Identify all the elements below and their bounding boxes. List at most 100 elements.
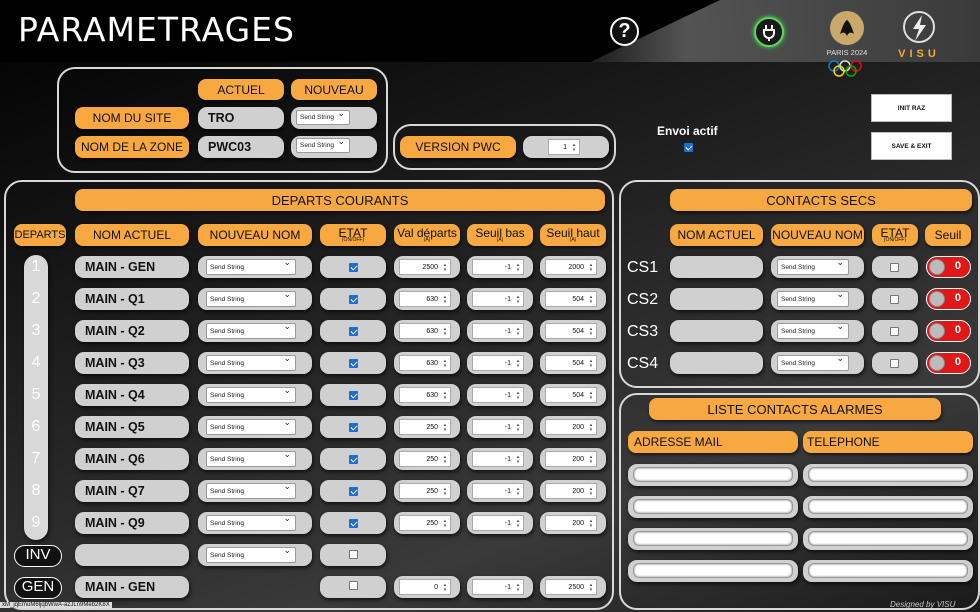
- cs-nouveau-select[interactable]: Send String: [777, 289, 849, 307]
- envoi-actif-label: Envoi actif: [657, 124, 718, 138]
- depart-nouveau-select[interactable]: Send String: [206, 513, 296, 531]
- depart-nouveau-select[interactable]: Send String: [206, 257, 296, 275]
- visu-logo: VISU: [890, 10, 948, 62]
- alarm-tel-input[interactable]: [808, 467, 968, 482]
- depart-bas-spinner[interactable]: -1: [472, 323, 524, 339]
- plug-icon[interactable]: [754, 17, 784, 47]
- depart-etat-checkbox[interactable]: [349, 487, 358, 496]
- depart-index: 8: [31, 482, 41, 499]
- cs-etat-checkbox[interactable]: [890, 327, 899, 336]
- depart-haut-spinner[interactable]: 200: [545, 483, 597, 499]
- cs-seuil-toggle[interactable]: 0: [926, 256, 971, 278]
- version-spinner[interactable]: 1: [548, 139, 580, 155]
- depart-haut-spinner[interactable]: 200: [545, 419, 597, 435]
- depart-bas-spinner[interactable]: -1: [472, 259, 524, 275]
- depart-etat-checkbox[interactable]: [349, 327, 358, 336]
- cs-seuil-toggle[interactable]: 0: [926, 352, 971, 374]
- depart-bas-spinner[interactable]: -1: [472, 451, 524, 467]
- depart-haut-spinner[interactable]: 2000: [545, 259, 597, 275]
- zone-name-select[interactable]: Send String: [296, 136, 350, 153]
- depart-etat-checkbox[interactable]: [349, 423, 358, 432]
- depart-haut-spinner[interactable]: 504: [545, 387, 597, 403]
- depart-index: 1: [31, 258, 41, 275]
- departs-title: DEPARTS COURANTS: [75, 189, 605, 211]
- save-exit-button[interactable]: SAVE & EXIT: [871, 132, 952, 160]
- alarm-tel-input[interactable]: [808, 563, 968, 578]
- cs-label: CS3: [627, 323, 659, 340]
- col-etat-sub: (ON/OFF): [341, 237, 365, 243]
- depart-etat-checkbox[interactable]: [349, 359, 358, 368]
- cs-seuil-value: 0: [954, 356, 961, 368]
- gen-bas-spinner[interactable]: -1: [472, 579, 524, 595]
- col-bas-sub: (A): [496, 237, 504, 243]
- depart-haut-spinner[interactable]: 200: [545, 451, 597, 467]
- depart-bas-spinner[interactable]: -1: [472, 355, 524, 371]
- depart-nouveau-select[interactable]: Send String: [206, 449, 296, 467]
- depart-val-spinner[interactable]: 630: [399, 323, 451, 339]
- depart-nouveau-select[interactable]: Send String: [206, 481, 296, 499]
- depart-val-spinner[interactable]: 630: [399, 387, 451, 403]
- cs-etat-checkbox[interactable]: [890, 263, 899, 272]
- inv-select[interactable]: Send String: [206, 545, 296, 563]
- depart-etat-checkbox[interactable]: [349, 295, 358, 304]
- cs-col-seuil: Seuil: [925, 224, 971, 246]
- help-icon[interactable]: ?: [610, 17, 639, 46]
- init-raz-button[interactable]: INIT RAZ: [871, 94, 952, 122]
- site-name-select[interactable]: Send String: [296, 108, 350, 125]
- alarm-mail-input[interactable]: [633, 499, 793, 514]
- depart-nouveau-select[interactable]: Send String: [206, 353, 296, 371]
- depart-haut-spinner[interactable]: 504: [545, 323, 597, 339]
- alarm-mail-input[interactable]: [633, 467, 793, 482]
- depart-index: 2: [31, 290, 41, 307]
- cs-etat-checkbox[interactable]: [890, 359, 899, 368]
- depart-val-spinner[interactable]: 630: [399, 355, 451, 371]
- depart-haut-spinner[interactable]: 504: [545, 355, 597, 371]
- gen-val-spinner[interactable]: 0: [399, 579, 451, 595]
- depart-val-spinner[interactable]: 250: [399, 483, 451, 499]
- depart-nouveau-select[interactable]: Send String: [206, 385, 296, 403]
- depart-nouveau-select[interactable]: Send String: [206, 289, 296, 307]
- col-nom-actuel: NOM ACTUEL: [75, 224, 189, 246]
- depart-bas-spinner[interactable]: -1: [472, 515, 524, 531]
- inv-etat-checkbox[interactable]: [349, 550, 358, 559]
- gen-etat-checkbox[interactable]: [349, 581, 358, 590]
- envoi-actif-checkbox[interactable]: [684, 143, 693, 152]
- depart-val-spinner[interactable]: 2500: [399, 259, 451, 275]
- depart-nouveau-select[interactable]: Send String: [206, 417, 296, 435]
- cs-seuil-toggle[interactable]: 0: [926, 288, 971, 310]
- depart-bas-spinner[interactable]: -1: [472, 387, 524, 403]
- visu-text: VISU: [898, 48, 940, 60]
- alarm-tel-input[interactable]: [808, 531, 968, 546]
- depart-bas-spinner[interactable]: -1: [472, 419, 524, 435]
- alarm-tel-input[interactable]: [808, 499, 968, 514]
- depart-etat-checkbox[interactable]: [349, 263, 358, 272]
- alarm-mail-input[interactable]: [633, 531, 793, 546]
- cs-nouveau-select[interactable]: Send String: [777, 353, 849, 371]
- depart-bas-spinner[interactable]: -1: [472, 483, 524, 499]
- depart-etat-checkbox[interactable]: [349, 455, 358, 464]
- col-val-sub: (A): [423, 237, 431, 243]
- depart-val-spinner[interactable]: 250: [399, 515, 451, 531]
- depart-etat-checkbox[interactable]: [349, 391, 358, 400]
- depart-val-spinner[interactable]: 630: [399, 291, 451, 307]
- col-bas: Seuil bas (A): [467, 224, 533, 246]
- depart-etat-checkbox[interactable]: [349, 519, 358, 528]
- gen-haut-spinner[interactable]: 2500: [545, 579, 597, 595]
- cs-seuil-value: 0: [954, 324, 961, 336]
- depart-val-spinner[interactable]: 250: [399, 451, 451, 467]
- contacts-title: CONTACTS SECS: [670, 189, 972, 211]
- cs-nouveau-select[interactable]: Send String: [777, 257, 849, 275]
- depart-haut-spinner[interactable]: 504: [545, 291, 597, 307]
- depart-nom: MAIN - Q9: [75, 512, 189, 534]
- depart-val-spinner[interactable]: 250: [399, 419, 451, 435]
- depart-nouveau-select[interactable]: Send String: [206, 321, 296, 339]
- col-etat: ETAT (ON/OFF): [320, 224, 386, 246]
- depart-nom: MAIN - Q7: [75, 480, 189, 502]
- cs-seuil-toggle[interactable]: 0: [926, 320, 971, 342]
- depart-haut-spinner[interactable]: 200: [545, 515, 597, 531]
- cs-label: CS4: [627, 355, 659, 372]
- alarm-mail-input[interactable]: [633, 563, 793, 578]
- depart-bas-spinner[interactable]: -1: [472, 291, 524, 307]
- cs-nouveau-select[interactable]: Send String: [777, 321, 849, 339]
- cs-etat-checkbox[interactable]: [890, 295, 899, 304]
